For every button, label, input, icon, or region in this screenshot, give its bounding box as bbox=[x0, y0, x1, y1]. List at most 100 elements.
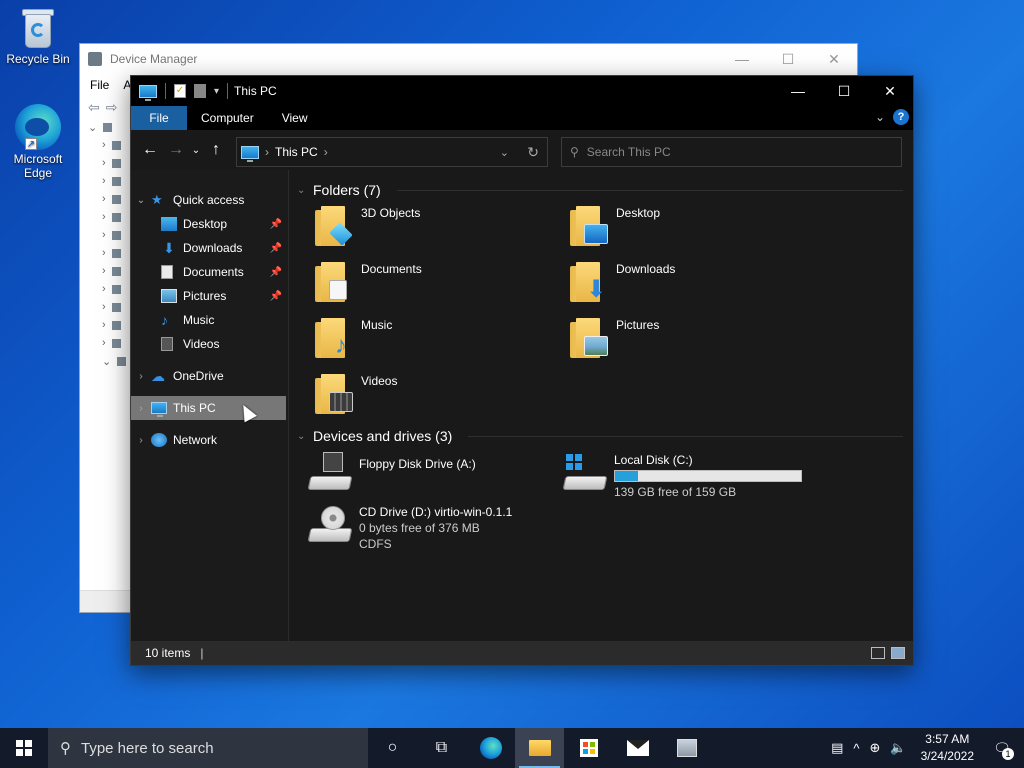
drive-free-space: 0 bytes free of 376 MB bbox=[359, 521, 480, 535]
address-dropdown-icon[interactable]: ⌄ bbox=[500, 146, 509, 159]
folder-music[interactable]: ♪ Music bbox=[297, 314, 552, 370]
customize-qat-icon[interactable]: ▾ bbox=[214, 86, 219, 97]
chevron-right-icon[interactable]: › bbox=[131, 435, 151, 446]
recent-locations-icon[interactable]: ⌄ bbox=[189, 137, 203, 163]
device-manager-title: Device Manager bbox=[110, 52, 198, 66]
taskbar-mail[interactable] bbox=[613, 728, 662, 768]
details-view-icon[interactable] bbox=[871, 647, 885, 659]
taskbar-file-explorer[interactable] bbox=[515, 728, 564, 768]
drive-cd-d[interactable]: CD Drive (D:) virtio-win-0.1.1 0 bytes f… bbox=[297, 500, 552, 560]
chevron-up-icon[interactable]: ^ bbox=[853, 741, 859, 756]
back-button[interactable]: ← bbox=[137, 137, 163, 163]
drive-free-space: 139 GB free of 159 GB bbox=[614, 485, 737, 499]
chevron-down-icon[interactable]: ⌄ bbox=[297, 185, 307, 196]
chevron-right-icon[interactable]: › bbox=[131, 403, 151, 414]
properties-icon[interactable]: ✓ bbox=[174, 84, 186, 98]
pin-icon: 📌 bbox=[269, 218, 282, 230]
folder-documents[interactable]: Documents bbox=[297, 258, 552, 314]
drives-group-header[interactable]: ⌄ Devices and drives (3) bbox=[297, 424, 913, 448]
address-location[interactable]: This PC bbox=[275, 145, 318, 159]
forward-arrow-icon[interactable]: ⇨ bbox=[106, 99, 118, 116]
tab-computer[interactable]: Computer bbox=[187, 106, 268, 130]
edge-icon: ↗ bbox=[15, 104, 61, 150]
forward-button[interactable]: → bbox=[163, 137, 189, 163]
close-button[interactable]: ✕ bbox=[811, 44, 857, 74]
taskbar-search[interactable]: ⚲ bbox=[48, 728, 368, 768]
volume-muted-icon[interactable]: 🔈 bbox=[890, 740, 906, 756]
drive-usage-bar bbox=[614, 470, 802, 482]
nav-quick-access[interactable]: ⌄ ★ Quick access bbox=[131, 188, 288, 212]
maximize-button[interactable]: ☐ bbox=[765, 44, 811, 74]
menu-file[interactable]: File bbox=[90, 78, 109, 92]
nav-item-documents[interactable]: Documents 📌 bbox=[131, 260, 288, 284]
device-icon bbox=[111, 284, 121, 294]
search-input[interactable] bbox=[586, 145, 867, 159]
folder-desktop[interactable]: Desktop bbox=[552, 202, 807, 258]
file-explorer-window[interactable]: ✓ ▾ This PC — ☐ ✕ File Computer View ⌄ ?… bbox=[130, 75, 914, 666]
drive-floppy-a[interactable]: Floppy Disk Drive (A:) bbox=[297, 448, 552, 500]
taskbar: ⚲ ○ ⧉ ▤ ^ ⊕ 🔈 3:57 AM 3/24/2022 🗨 1 bbox=[0, 728, 1024, 768]
chevron-down-icon[interactable]: ⌄ bbox=[297, 431, 307, 442]
large-icons-view-icon[interactable] bbox=[891, 647, 905, 659]
taskbar-search-input[interactable] bbox=[81, 739, 321, 757]
pin-icon: 📌 bbox=[269, 290, 282, 302]
explorer-titlebar[interactable]: ✓ ▾ This PC — ☐ ✕ bbox=[131, 76, 913, 106]
up-button[interactable]: ↑ bbox=[203, 137, 229, 163]
search-icon: ⚲ bbox=[60, 740, 71, 757]
taskbar-device-manager[interactable] bbox=[662, 728, 711, 768]
folder-pictures[interactable]: Pictures bbox=[552, 314, 807, 370]
recycle-bin-desktop-icon[interactable]: Recycle Bin bbox=[2, 6, 74, 66]
help-icon[interactable]: ? bbox=[893, 109, 909, 125]
expand-ribbon-icon[interactable]: ⌄ bbox=[875, 110, 885, 124]
notification-count: 1 bbox=[1002, 748, 1014, 760]
this-pc-icon bbox=[139, 84, 157, 101]
nav-item-desktop[interactable]: Desktop 📌 bbox=[131, 212, 288, 236]
back-arrow-icon[interactable]: ⇦ bbox=[88, 99, 100, 116]
folder-icon bbox=[315, 374, 353, 414]
chevron-right-icon[interactable]: › bbox=[131, 371, 151, 382]
news-icon[interactable]: ▤ bbox=[831, 740, 843, 756]
action-center-button[interactable]: 🗨 1 bbox=[988, 728, 1016, 768]
start-button[interactable] bbox=[0, 728, 48, 768]
folder-downloads[interactable]: ⬇ Downloads bbox=[552, 258, 807, 314]
clock[interactable]: 3:57 AM 3/24/2022 bbox=[917, 731, 978, 765]
computer-icon bbox=[103, 122, 113, 132]
minimize-button[interactable]: — bbox=[719, 44, 765, 74]
minimize-button[interactable]: — bbox=[775, 76, 821, 106]
close-button[interactable]: ✕ bbox=[867, 76, 913, 106]
pin-icon: 📌 bbox=[269, 266, 282, 278]
item-count: 10 items bbox=[145, 646, 191, 660]
nav-item-videos[interactable]: Videos bbox=[131, 332, 288, 356]
drive-grid: Floppy Disk Drive (A:) Local Disk (C:) 1… bbox=[297, 448, 913, 560]
tab-view[interactable]: View bbox=[268, 106, 322, 130]
nav-item-pictures[interactable]: Pictures 📌 bbox=[131, 284, 288, 308]
nav-item-music[interactable]: ♪ Music bbox=[131, 308, 288, 332]
drive-local-c[interactable]: Local Disk (C:) 139 GB free of 159 GB bbox=[552, 448, 807, 500]
cortana-button[interactable]: ○ bbox=[368, 728, 417, 768]
nav-onedrive[interactable]: › ☁ OneDrive bbox=[131, 364, 288, 388]
chevron-down-icon[interactable]: ⌄ bbox=[131, 195, 151, 206]
folders-group-header[interactable]: ⌄ Folders (7) bbox=[297, 178, 913, 202]
edge-desktop-icon[interactable]: ↗ Microsoft Edge bbox=[2, 104, 74, 180]
new-folder-icon[interactable] bbox=[194, 84, 206, 98]
chevron-right-icon[interactable]: › bbox=[265, 145, 269, 159]
chevron-right-icon[interactable]: › bbox=[324, 145, 328, 159]
chevron-down-icon: ⌄ bbox=[102, 355, 112, 368]
taskbar-edge[interactable] bbox=[466, 728, 515, 768]
refresh-icon[interactable]: ↻ bbox=[527, 144, 539, 161]
maximize-button[interactable]: ☐ bbox=[821, 76, 867, 106]
network-globe-icon[interactable]: ⊕ bbox=[870, 740, 881, 756]
task-view-button[interactable]: ⧉ bbox=[417, 728, 466, 768]
folder-videos[interactable]: Videos bbox=[297, 370, 552, 426]
nav-this-pc[interactable]: › This PC bbox=[131, 396, 286, 420]
nav-network[interactable]: › Network bbox=[131, 428, 288, 452]
taskbar-store[interactable] bbox=[564, 728, 613, 768]
tab-file[interactable]: File bbox=[131, 106, 187, 130]
folder-3d-objects[interactable]: 3D Objects bbox=[297, 202, 552, 258]
search-box[interactable]: ⚲ bbox=[561, 137, 902, 167]
address-bar[interactable]: › This PC › ⌄ ↻ bbox=[236, 137, 548, 167]
windows-logo-icon bbox=[16, 740, 32, 756]
chevron-right-icon: › bbox=[102, 265, 106, 277]
download-icon: ⬇ bbox=[163, 239, 175, 256]
nav-item-downloads[interactable]: ⬇ Downloads 📌 bbox=[131, 236, 288, 260]
